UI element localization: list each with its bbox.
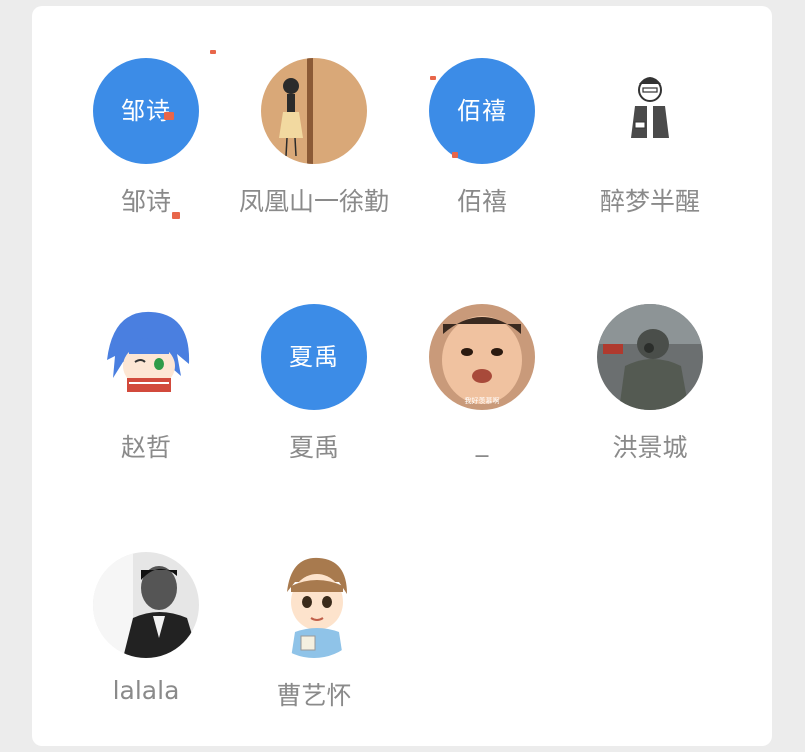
member-name: 醉梦半醒 [599,187,700,216]
member-item[interactable]: 佰禧 佰禧 [398,58,566,258]
soldier-photo-avatar [597,304,703,410]
avatar-caption: 我好羡慕啊 [465,396,500,405]
text-avatar: 邹诗 [93,58,199,164]
member-name: 曹艺怀 [276,681,352,710]
cartoon-boy-avatar [261,552,367,658]
member-name: 佰禧 [456,187,507,216]
member-name: 夏禹 [288,433,339,462]
member-name: 凤凰山一徐勤 [238,187,389,216]
member-item[interactable]: lalala [62,552,230,752]
anime-blue-hair-avatar [93,304,199,410]
member-item[interactable]: 邹诗 邹诗 [62,58,230,258]
member-name: 邹诗 [120,187,171,216]
member-item[interactable]: 凤凰山一徐勤 [230,58,398,258]
text-avatar: 佰禧 [429,58,535,164]
decorative-mark [452,152,458,158]
text-avatar: 夏禹 [261,304,367,410]
bw-man-photo-avatar [93,552,199,658]
member-item[interactable]: 我好羡慕啊 _ [398,304,566,504]
baby-photo-avatar: 我好羡慕啊 [429,304,535,410]
member-name: _ [475,428,489,457]
decorative-mark [210,50,216,54]
member-item[interactable]: 夏禹 夏禹 [230,304,398,504]
member-item[interactable]: 醉梦半醒 [566,58,734,258]
member-name: 赵哲 [120,433,171,462]
member-item[interactable]: 赵哲 [62,304,230,504]
member-name: lalala [112,676,180,705]
decorative-mark [172,212,180,219]
member-name: 洪景城 [612,433,688,462]
girl-illustration-avatar [261,58,367,164]
decorative-mark [164,112,174,120]
sketch-man-avatar [597,58,703,164]
member-grid-card: 邹诗 邹诗 凤凰山一徐勤 佰禧 佰禧 醉梦半醒 赵哲 夏禹 夏禹 我好羡慕啊 _… [32,6,772,746]
member-item[interactable]: 洪景城 [566,304,734,504]
member-item[interactable]: 曹艺怀 [230,552,398,752]
decorative-mark [430,76,436,80]
